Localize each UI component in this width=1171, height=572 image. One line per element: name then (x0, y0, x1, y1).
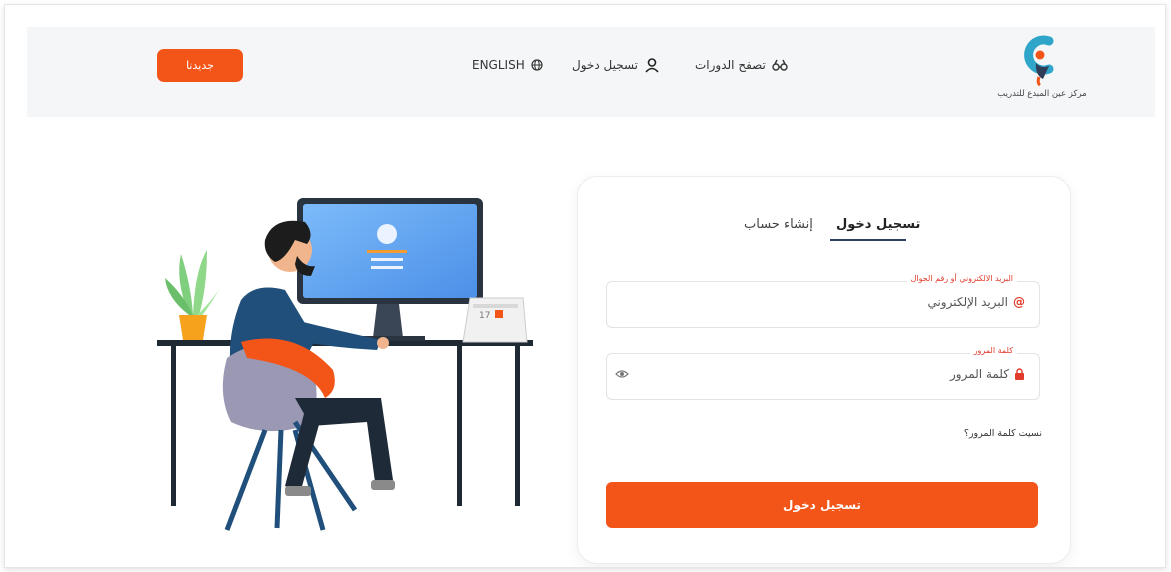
forgot-password-link[interactable]: نسيت كلمة المرور؟ (964, 428, 1042, 439)
email-field-label: البريد الالكتروني أو رقم الجوال (906, 274, 1017, 283)
login-submit-button[interactable]: تسجيل دخول (606, 482, 1038, 528)
tab-login[interactable]: تسجيل دخول (836, 217, 920, 232)
top-navbar: جديدنا ENGLISH تسجيل دخول تصفح الدورات م… (27, 27, 1155, 117)
password-field-content: كلمة المرور (950, 367, 1025, 381)
password-field[interactable]: كلمة المرور كلمة المرور (606, 346, 1040, 400)
active-tab-indicator (830, 239, 906, 241)
news-button[interactable]: جديدنا (157, 49, 243, 82)
tab-register[interactable]: إنشاء حساب (744, 217, 813, 232)
at-icon: @ (1013, 295, 1025, 309)
login-card: تسجيل دخول إنشاء حساب البريد الالكتروني … (577, 176, 1071, 564)
password-field-label: كلمة المرور (969, 346, 1017, 355)
language-label: ENGLISH (472, 58, 525, 72)
language-switch[interactable]: ENGLISH (472, 53, 543, 77)
user-icon (645, 58, 659, 73)
login-label: تسجيل دخول (572, 58, 638, 72)
calendar-day: 17 (479, 311, 490, 321)
page-frame: جديدنا ENGLISH تسجيل دخول تصفح الدورات م… (4, 4, 1166, 568)
email-field-content: @ البريد الإلكتروني (927, 295, 1025, 309)
illustration-image: 17 (157, 198, 533, 531)
logo-text: مركز عين المبدع للتدريب (997, 89, 1087, 99)
binoculars-icon (772, 59, 788, 71)
login-link[interactable]: تسجيل دخول (572, 53, 660, 77)
eye-icon[interactable] (615, 369, 629, 379)
globe-icon (531, 59, 543, 71)
email-placeholder: البريد الإلكتروني (927, 295, 1008, 309)
email-field[interactable]: البريد الالكتروني أو رقم الجوال @ البريد… (606, 274, 1040, 328)
password-placeholder: كلمة المرور (949, 367, 1009, 381)
browse-courses-link[interactable]: تصفح الدورات (695, 53, 788, 77)
lock-icon (1015, 368, 1024, 380)
browse-label: تصفح الدورات (695, 58, 766, 72)
